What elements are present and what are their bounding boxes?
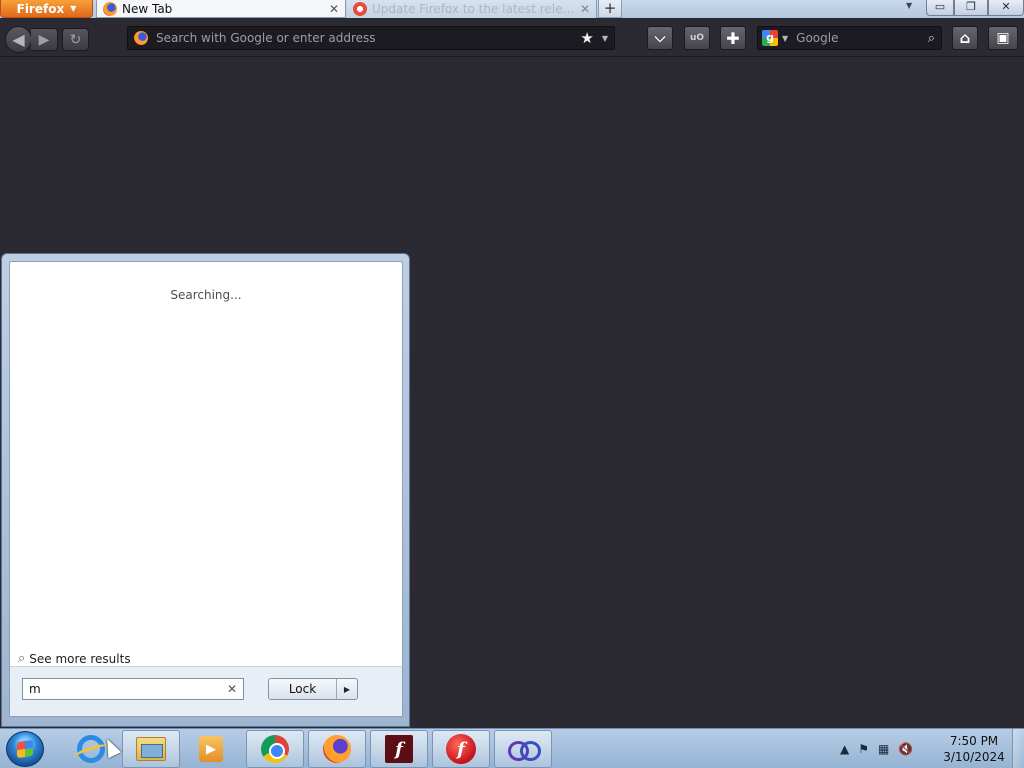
reload-button[interactable]: ↻ bbox=[62, 28, 89, 51]
reload-icon: ↻ bbox=[69, 31, 82, 48]
minimize-button[interactable]: ▭ bbox=[926, 0, 954, 16]
ublock-icon[interactable]: uO bbox=[684, 26, 710, 50]
tab-close-icon[interactable]: ✕ bbox=[329, 2, 339, 16]
tab-list-chevron-icon[interactable]: ▼ bbox=[906, 1, 912, 10]
internet-explorer-icon bbox=[77, 735, 105, 763]
taskbar: ▶ f f ▲ ⚑ ▦ 🔇 7:50 PM 3/10/2024 bbox=[0, 728, 1024, 768]
taskbar-flash-player[interactable]: f bbox=[432, 730, 490, 768]
taskbar-media-player[interactable]: ▶ bbox=[182, 730, 240, 768]
home-icon[interactable]: ⌂ bbox=[952, 26, 978, 50]
windows-logo-icon bbox=[17, 739, 33, 759]
tab-update-firefox[interactable]: Update Firefox to the latest release | F… bbox=[347, 0, 597, 18]
bookmark-star-icon[interactable]: ★ bbox=[580, 29, 593, 47]
arrow-left-icon: ◀ bbox=[12, 30, 25, 49]
back-button[interactable]: ◀ bbox=[5, 26, 32, 53]
pocket-icon[interactable]: ⌵ bbox=[647, 26, 673, 50]
addons-puzzle-icon[interactable]: ✚ bbox=[720, 26, 746, 50]
address-bar-placeholder[interactable]: Search with Google or enter address bbox=[156, 31, 572, 45]
notification-area: ▲ ⚑ ▦ 🔇 bbox=[840, 729, 913, 768]
lock-button[interactable]: Lock ▶ bbox=[268, 678, 358, 700]
firefox-favicon-icon bbox=[103, 1, 117, 16]
firefox-icon bbox=[323, 735, 351, 763]
infinity-loop-icon bbox=[508, 741, 541, 761]
clear-search-icon[interactable]: ✕ bbox=[227, 682, 237, 696]
address-bar[interactable]: Search with Google or enter address ★ ▼ bbox=[127, 26, 615, 50]
taskbar-infinity-app[interactable] bbox=[494, 730, 552, 768]
start-search-input[interactable]: m ✕ bbox=[22, 678, 244, 700]
clock-time: 7:50 PM bbox=[949, 734, 999, 748]
taskbar-windows-explorer[interactable] bbox=[122, 730, 180, 768]
action-center-flag-icon[interactable]: ⚑ bbox=[858, 742, 869, 756]
search-engine-placeholder[interactable]: Google bbox=[792, 31, 924, 45]
taskbar-chrome[interactable] bbox=[246, 730, 304, 768]
google-logo-icon[interactable]: g bbox=[762, 30, 778, 46]
volume-muted-icon[interactable]: 🔇 bbox=[898, 742, 913, 756]
system-clock[interactable]: 7:50 PM 3/10/2024 bbox=[940, 733, 1008, 765]
navigation-toolbar: ◀ ▶ ↻ Search with Google or enter addres… bbox=[0, 18, 1024, 57]
url-dropdown-icon[interactable]: ▼ bbox=[602, 34, 608, 43]
clock-date: 3/10/2024 bbox=[943, 750, 1005, 764]
caret-down-icon: ▼ bbox=[70, 4, 77, 13]
network-icon[interactable]: ▦ bbox=[878, 742, 889, 756]
search-engine-bar[interactable]: g ▼ Google ⌕ bbox=[757, 26, 942, 50]
restore-button[interactable]: ❐ bbox=[954, 0, 988, 16]
forward-button[interactable]: ▶ bbox=[31, 28, 58, 51]
lock-button-label[interactable]: Lock bbox=[269, 679, 337, 699]
start-menu-bottom-strip: m ✕ Lock ▶ bbox=[10, 666, 402, 716]
tab-label: New Tab bbox=[122, 1, 173, 16]
tab-new-tab[interactable]: New Tab ✕ bbox=[96, 0, 346, 18]
flash-professional-icon: f bbox=[385, 735, 413, 763]
taskbar-firefox[interactable] bbox=[308, 730, 366, 768]
media-player-icon: ▶ bbox=[199, 736, 223, 762]
show-hidden-icons-icon[interactable]: ▲ bbox=[840, 742, 849, 756]
search-results-pane: Searching... ⌕ See more results m ✕ Lock… bbox=[9, 261, 403, 717]
page-favicon-icon bbox=[353, 2, 367, 16]
new-tab-button[interactable]: + bbox=[598, 0, 622, 18]
show-desktop-button[interactable] bbox=[1012, 729, 1024, 768]
arrow-right-icon: ▶ bbox=[38, 31, 50, 48]
see-more-label: See more results bbox=[29, 651, 131, 666]
firefox-menu-button[interactable]: Firefox ▼ bbox=[0, 0, 93, 18]
searching-status: Searching... bbox=[170, 288, 242, 302]
folder-explorer-icon bbox=[136, 737, 166, 761]
tab-label: Update Firefox to the latest release | F… bbox=[372, 2, 575, 16]
chrome-icon bbox=[261, 735, 289, 763]
flash-player-icon: f bbox=[446, 734, 476, 764]
start-menu-panel: Searching... ⌕ See more results m ✕ Lock… bbox=[1, 253, 410, 727]
engine-dropdown-icon[interactable]: ▼ bbox=[782, 34, 788, 43]
search-icon: ⌕ bbox=[18, 651, 26, 666]
start-button[interactable] bbox=[6, 731, 44, 767]
close-window-button[interactable]: ✕ bbox=[988, 0, 1024, 16]
extension-panel-icon[interactable]: ▣ bbox=[988, 26, 1018, 50]
start-search-value[interactable]: m bbox=[29, 682, 227, 696]
firefox-identity-icon bbox=[134, 31, 148, 45]
taskbar-flash-professional[interactable]: f bbox=[370, 730, 428, 768]
power-options-arrow-icon[interactable]: ▶ bbox=[337, 679, 357, 699]
search-icon[interactable]: ⌕ bbox=[928, 31, 935, 46]
firefox-menu-label: Firefox bbox=[16, 1, 65, 16]
see-more-results-link[interactable]: ⌕ See more results bbox=[18, 651, 131, 666]
tab-close-icon[interactable]: ✕ bbox=[580, 2, 590, 16]
tab-strip: Firefox ▼ New Tab ✕ Update Firefox to th… bbox=[0, 0, 1024, 18]
